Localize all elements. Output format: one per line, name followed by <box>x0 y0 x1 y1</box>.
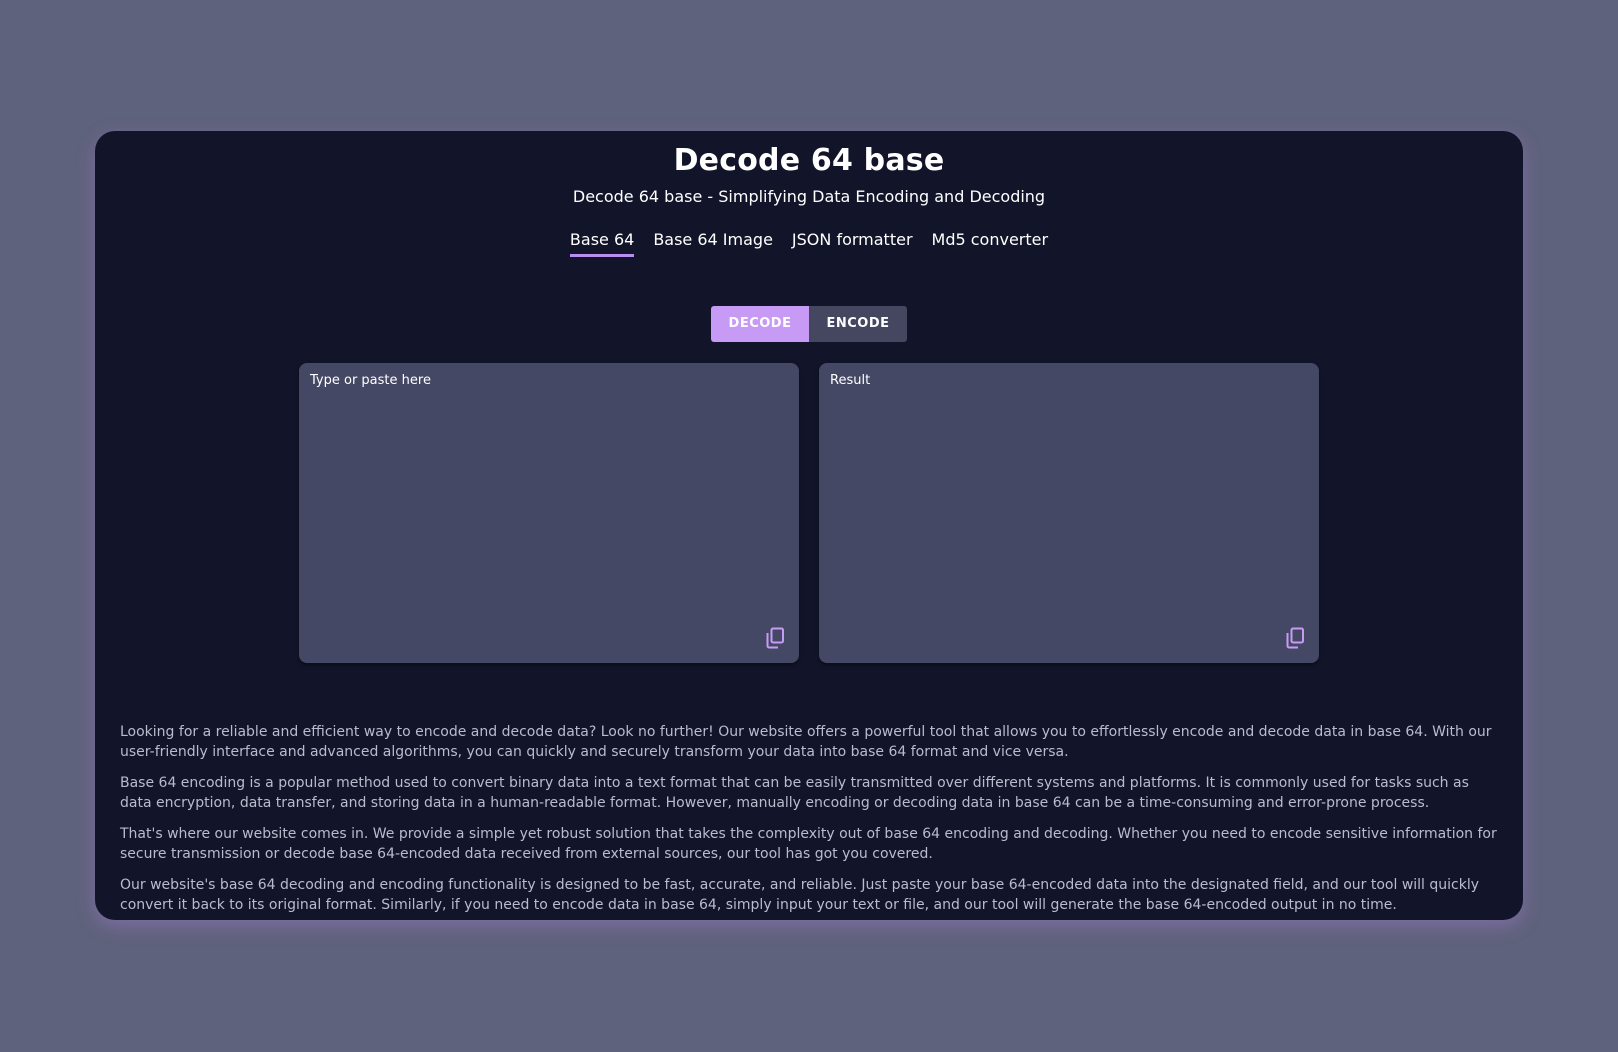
nav-item-md5-converter[interactable]: Md5 converter <box>932 230 1049 257</box>
description: Looking for a reliable and efficient way… <box>120 722 1500 920</box>
input-textarea[interactable] <box>299 363 799 663</box>
description-paragraph: That's where our website comes in. We pr… <box>120 826 1497 862</box>
description-paragraph: Base 64 encoding is a popular method use… <box>120 775 1469 811</box>
nav-item-json-formatter[interactable]: JSON formatter <box>792 230 913 257</box>
tool-nav: Base 64 Base 64 Image JSON formatter Md5… <box>95 230 1523 257</box>
encode-button[interactable]: ENCODE <box>809 306 907 342</box>
copy-icon[interactable] <box>765 627 785 649</box>
result-panel <box>819 363 1319 663</box>
description-paragraph: Our website's base 64 decoding and encod… <box>120 877 1480 913</box>
main-card: Decode 64 base Decode 64 base - Simplify… <box>95 131 1523 920</box>
decode-button[interactable]: DECODE <box>711 306 809 342</box>
copy-icon[interactable] <box>1285 627 1305 649</box>
page-title: Decode 64 base <box>673 143 945 178</box>
nav-item-base64[interactable]: Base 64 <box>569 230 635 257</box>
description-paragraph: Looking for a reliable and efficient way… <box>120 724 1492 760</box>
input-panel <box>299 363 799 663</box>
page-subtitle: Decode 64 base - Simplifying Data Encodi… <box>572 187 1046 206</box>
nav-item-base64-image[interactable]: Base 64 Image <box>653 230 773 257</box>
mode-toggle: DECODE ENCODE <box>711 306 907 342</box>
result-textarea[interactable] <box>819 363 1319 663</box>
